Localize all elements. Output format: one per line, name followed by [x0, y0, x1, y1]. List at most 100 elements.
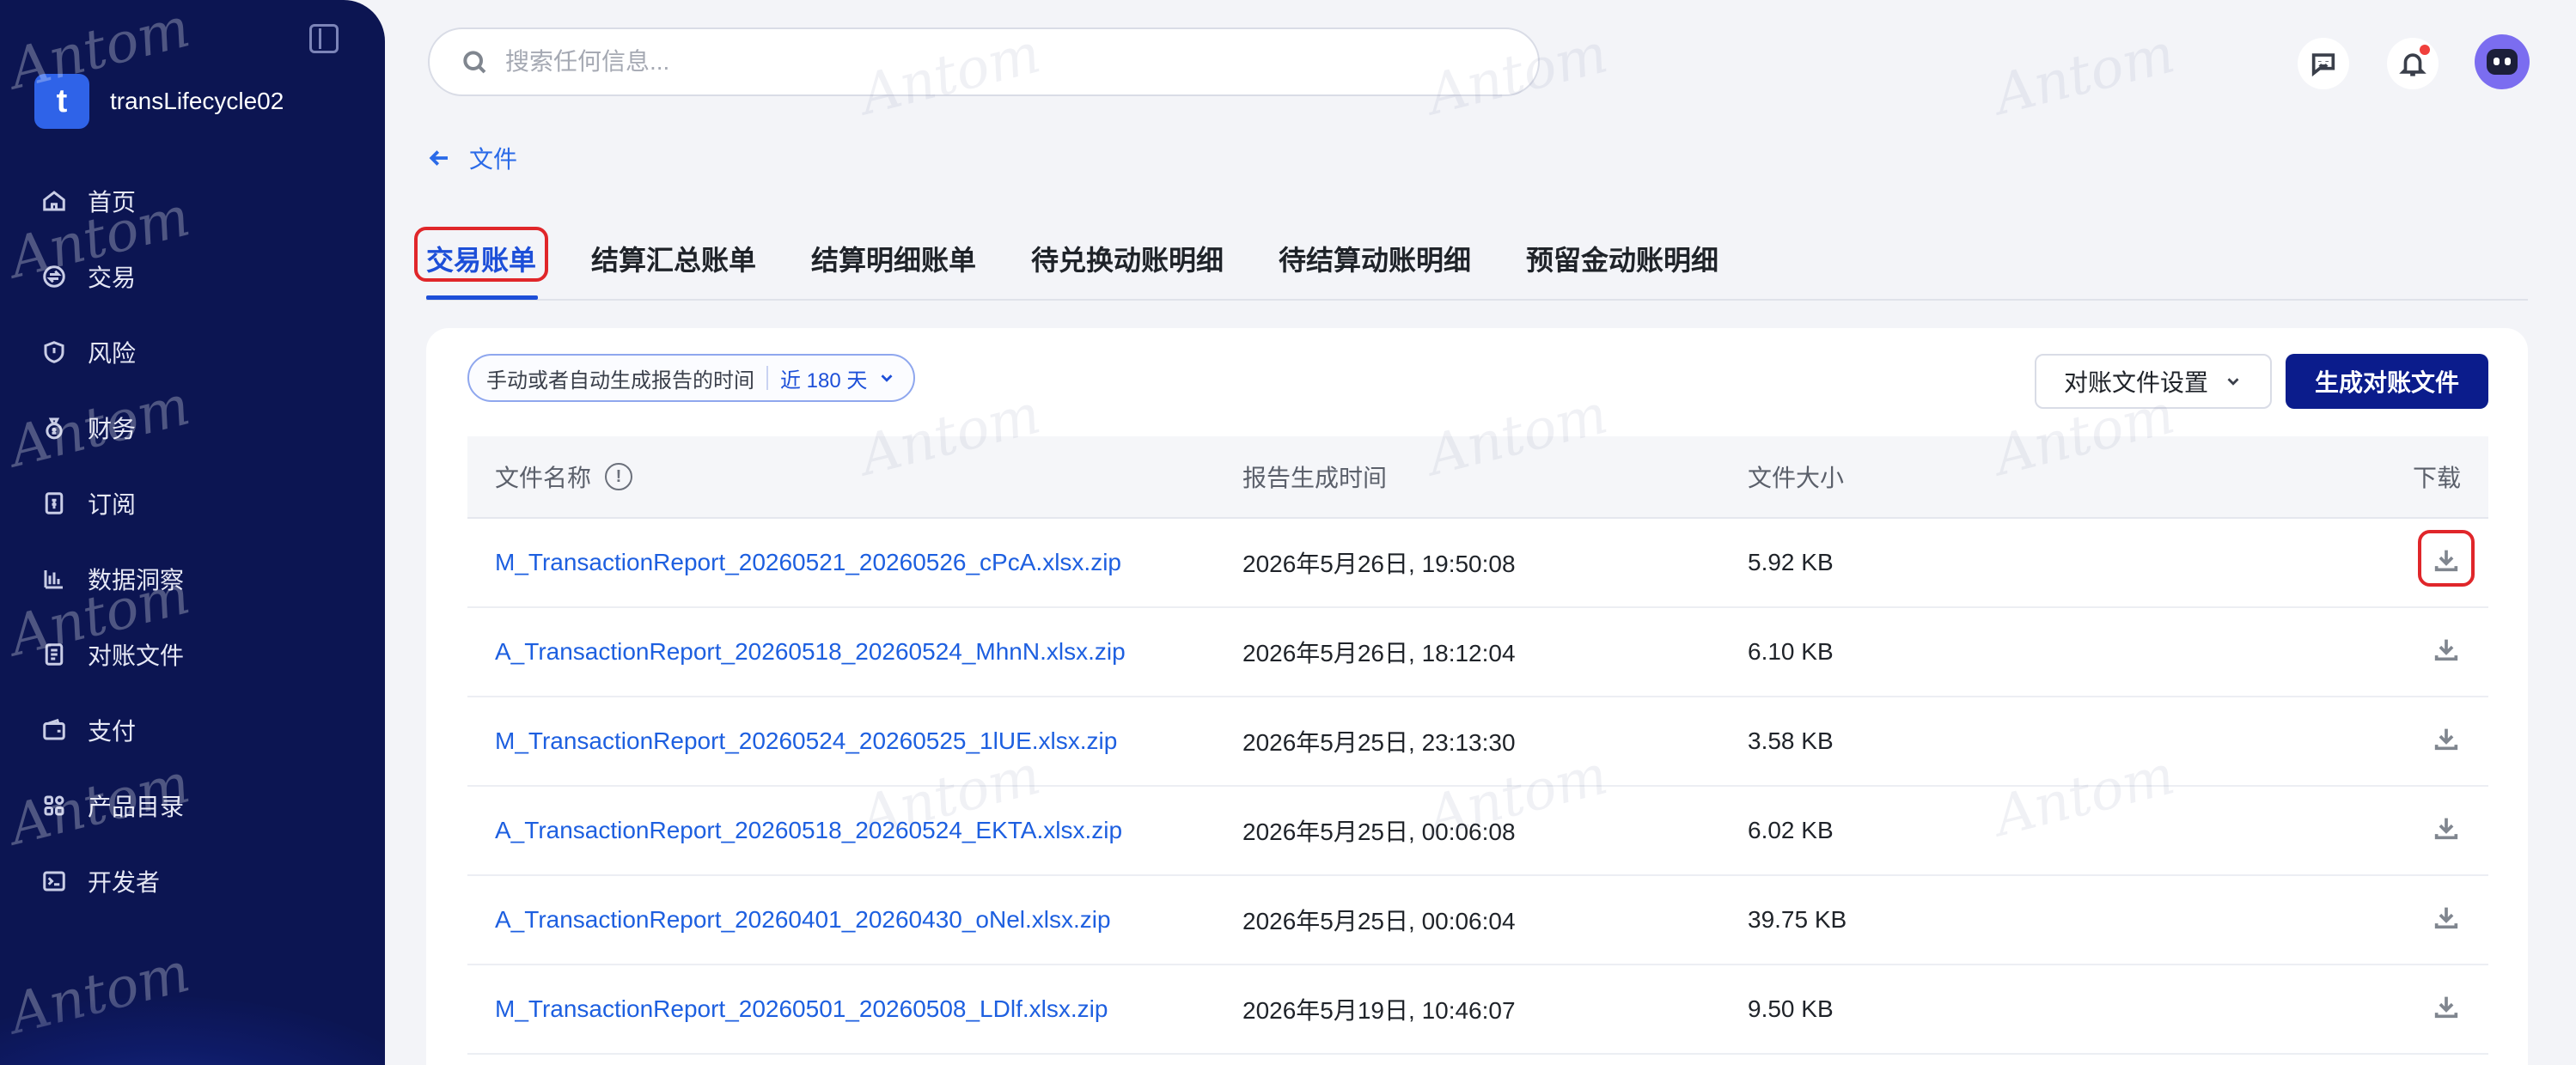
- sidebar-nav: 首页 交易 风险 财务 订阅 数据洞察 对账文件 支付 产品目录 开发者: [0, 163, 385, 919]
- sidebar-item-finance[interactable]: 财务: [0, 390, 385, 466]
- table-row: M_TransactionReport_20260501_20260508_LD…: [467, 965, 2488, 1055]
- table-row: M_TransactionReport_20260521_20260526_cP…: [467, 519, 2488, 608]
- header-report-time: 报告生成时间: [1242, 465, 1388, 491]
- file-name-link[interactable]: A_TransactionReport_20260518_20260524_Mh…: [495, 638, 1126, 666]
- search-icon: [463, 51, 486, 74]
- watermark: Antom: [3, 940, 197, 1047]
- report-time: 2026年5月26日, 18:12:04: [1242, 640, 1516, 666]
- robot-avatar-icon: [2487, 49, 2518, 75]
- generate-file-button[interactable]: 生成对账文件: [2286, 354, 2488, 409]
- file-name-link[interactable]: M_TransactionReport_20260501_20260508_LD…: [495, 995, 1108, 1023]
- header-label: 文件名称: [495, 465, 592, 491]
- download-icon[interactable]: [2432, 903, 2461, 938]
- file-name-link[interactable]: A_TransactionReport_20260518_20260524_EK…: [495, 817, 1122, 844]
- search-bar[interactable]: [428, 27, 1540, 96]
- feedback-button[interactable]: [2298, 38, 2349, 89]
- tab-label: 待结算动账明细: [1279, 245, 1472, 276]
- arrow-left-icon: [429, 150, 448, 166]
- notification-dot: [2420, 45, 2430, 55]
- watermark: Antom: [1988, 21, 2182, 128]
- button-label: 对账文件设置: [2063, 369, 2208, 396]
- terminal-icon: [41, 868, 67, 894]
- file-size: 5.92 KB: [1748, 549, 1834, 575]
- sidebar-item-label: 风险: [88, 340, 137, 367]
- subscription-icon: [41, 490, 67, 516]
- brand[interactable]: t transLifecycle02: [34, 74, 284, 129]
- exchange-icon: [41, 264, 67, 289]
- chevron-down-icon: [2227, 378, 2239, 386]
- reconciliation-settings-button[interactable]: 对账文件设置: [2035, 354, 2272, 409]
- file-size: 6.10 KB: [1748, 638, 1834, 665]
- table-row: M_TransactionReport_20260524_20260525_1l…: [467, 697, 2488, 787]
- chat-smile-icon: [2311, 53, 2335, 77]
- tab-transaction-bill[interactable]: 交易账单: [414, 227, 548, 282]
- sidebar-item-developer[interactable]: 开发者: [0, 843, 385, 919]
- table-row: A_TransactionReport_20260518_20260524_Mh…: [467, 608, 2488, 697]
- sidebar-item-label: 产品目录: [88, 794, 185, 820]
- notifications-button[interactable]: [2387, 38, 2439, 89]
- tab-pending-settlement[interactable]: 待结算动账明细: [1279, 239, 1471, 278]
- report-tabs: 交易账单 结算汇总账单 结算明细账单 待兑换动账明细 待结算动账明细 预留金动账…: [414, 227, 2528, 301]
- file-size: 6.02 KB: [1748, 817, 1834, 843]
- sidebar-item-payments[interactable]: 支付: [0, 692, 385, 768]
- sidebar-item-risk[interactable]: 风险: [0, 314, 385, 390]
- search-input[interactable]: [505, 48, 1493, 76]
- back-link[interactable]: 文件: [426, 141, 517, 175]
- report-time: 2026年5月25日, 00:06:08: [1242, 819, 1516, 845]
- sidebar-item-label: 交易: [88, 265, 137, 291]
- file-list-card: 手动或者自动生成报告的时间 近 180 天 对账文件设置 生成对账文件 文件名称…: [426, 328, 2528, 1065]
- grid-icon: [41, 793, 67, 819]
- tab-label: 结算汇总账单: [591, 245, 757, 276]
- sidebar-item-product-catalog[interactable]: 产品目录: [0, 768, 385, 843]
- money-bag-icon: [41, 415, 67, 441]
- tab-pending-exchange[interactable]: 待兑换动账明细: [1031, 239, 1224, 278]
- sidebar-item-subscription[interactable]: 订阅: [0, 466, 385, 541]
- breadcrumb-label: 文件: [469, 146, 518, 173]
- tab-reserve-detail[interactable]: 预留金动账明细: [1526, 239, 1718, 278]
- download-highlight-box: [2418, 529, 2475, 587]
- download-icon[interactable]: [2432, 724, 2461, 759]
- avatar[interactable]: [2475, 34, 2530, 89]
- download-icon[interactable]: [2432, 813, 2461, 849]
- tab-label: 待兑换动账明细: [1031, 245, 1224, 276]
- sidebar-item-home[interactable]: 首页: [0, 163, 385, 239]
- file-name-link[interactable]: M_TransactionReport_20260524_20260525_1l…: [495, 727, 1117, 755]
- table-row: A_TransactionReport_20260518_20260524_EK…: [467, 787, 2488, 876]
- shield-icon: [41, 339, 67, 365]
- document-icon: [41, 642, 67, 667]
- wallet-icon: [41, 717, 67, 743]
- info-icon[interactable]: !: [605, 463, 633, 490]
- table-header: 文件名称 ! 报告生成时间 文件大小 下载: [467, 436, 2488, 519]
- brand-name: transLifecycle02: [110, 88, 284, 114]
- sidebar-item-transactions[interactable]: 交易: [0, 239, 385, 314]
- report-time: 2026年5月25日, 00:06:04: [1242, 908, 1516, 934]
- filter-label: 手动或者自动生成报告的时间: [486, 368, 754, 393]
- tab-settlement-summary[interactable]: 结算汇总账单: [591, 239, 756, 278]
- chevron-down-icon: [881, 374, 893, 382]
- time-range-filter[interactable]: 手动或者自动生成报告的时间 近 180 天: [467, 354, 916, 402]
- sidebar-item-reconciliation[interactable]: 对账文件: [0, 617, 385, 692]
- tab-settlement-detail[interactable]: 结算明细账单: [811, 239, 976, 278]
- report-time: 2026年5月19日, 10:46:07: [1242, 997, 1516, 1024]
- sidebar-item-label: 财务: [88, 416, 137, 442]
- file-name-link[interactable]: M_TransactionReport_20260521_20260526_cP…: [495, 549, 1121, 576]
- filter-value: 近 180 天: [780, 368, 868, 393]
- file-name-link[interactable]: A_TransactionReport_20260401_20260430_oN…: [495, 906, 1111, 934]
- download-icon[interactable]: [2432, 635, 2461, 670]
- download-icon[interactable]: [2432, 992, 2461, 1027]
- file-size: 39.75 KB: [1748, 906, 1847, 933]
- sidebar-item-data-insights[interactable]: 数据洞察: [0, 541, 385, 617]
- sidebar-item-label: 首页: [88, 189, 137, 216]
- sidebar: t transLifecycle02 首页 交易 风险 财务 订阅 数据洞察 对…: [0, 0, 385, 1065]
- tab-highlight-box: [414, 227, 548, 282]
- header-file-name: 文件名称 !: [467, 459, 1242, 494]
- header-file-size: 文件大小: [1748, 465, 1845, 491]
- tab-label: 结算明细账单: [811, 245, 977, 276]
- sidebar-item-label: 订阅: [88, 491, 137, 518]
- sidebar-collapse-icon[interactable]: [309, 24, 339, 53]
- report-time: 2026年5月25日, 23:13:30: [1242, 729, 1516, 756]
- sidebar-item-label: 开发者: [88, 869, 161, 896]
- file-size: 3.58 KB: [1748, 727, 1834, 754]
- button-label: 生成对账文件: [2314, 369, 2459, 396]
- sidebar-item-label: 支付: [88, 718, 137, 745]
